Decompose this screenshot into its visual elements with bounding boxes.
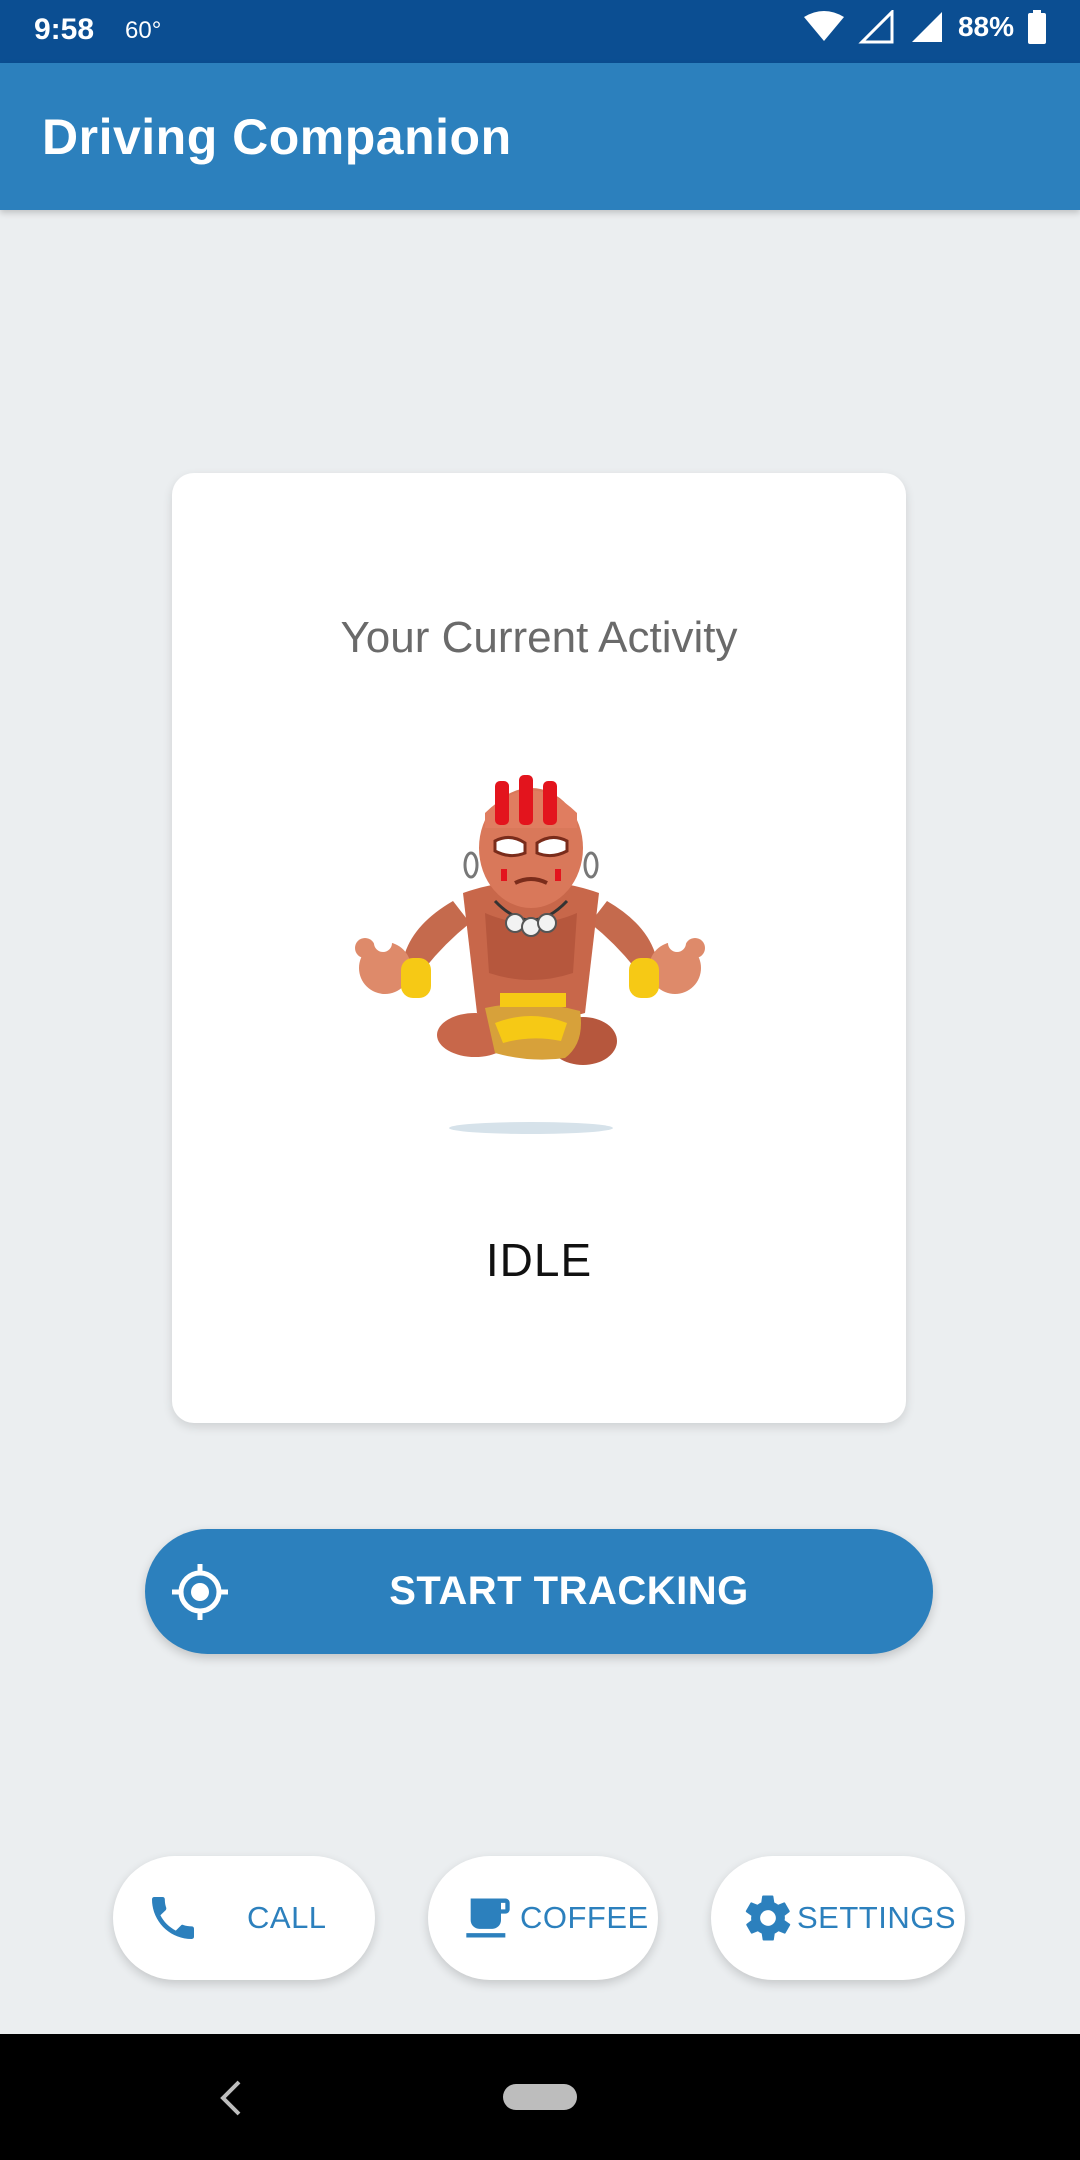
settings-button[interactable]: SETTINGS	[711, 1856, 965, 1980]
app-title: Driving Companion	[42, 109, 512, 165]
card-title: Your Current Activity	[340, 613, 738, 662]
cell-signal-icon	[911, 12, 942, 42]
app-bar: Driving Companion	[0, 63, 1080, 210]
activity-status: IDLE	[485, 1234, 593, 1286]
start-tracking-button[interactable]: START TRACKING	[145, 1529, 933, 1654]
activity-card: Your Current Activity IDLE	[172, 473, 906, 1423]
settings-label: SETTINGS	[797, 1900, 957, 1935]
status-bar: 9:58 60° 88%	[0, 0, 1080, 63]
start-tracking-label: START TRACKING	[389, 1569, 749, 1613]
call-label: CALL	[247, 1900, 327, 1935]
home-pill-icon[interactable]	[503, 2084, 577, 2110]
gear-icon	[745, 1895, 791, 1941]
status-indicators: 88%	[803, 10, 1046, 44]
status-temperature: 60°	[125, 17, 162, 44]
status-time: 9:58	[34, 13, 95, 46]
call-button[interactable]: CALL	[113, 1856, 375, 1980]
cell-signal-empty-icon	[858, 10, 894, 44]
navigation-bar	[0, 2034, 1080, 2160]
coffee-label: COFFEE	[520, 1900, 649, 1935]
coffee-icon	[466, 1898, 510, 1938]
coffee-button[interactable]: COFFEE	[428, 1856, 658, 1980]
battery-percent: 88%	[957, 11, 1014, 42]
phone-icon	[152, 1897, 194, 1939]
meditating-character-illustration	[355, 775, 705, 1134]
back-icon[interactable]	[215, 2078, 247, 2118]
battery-icon	[1028, 10, 1046, 44]
wifi-icon	[803, 11, 844, 41]
